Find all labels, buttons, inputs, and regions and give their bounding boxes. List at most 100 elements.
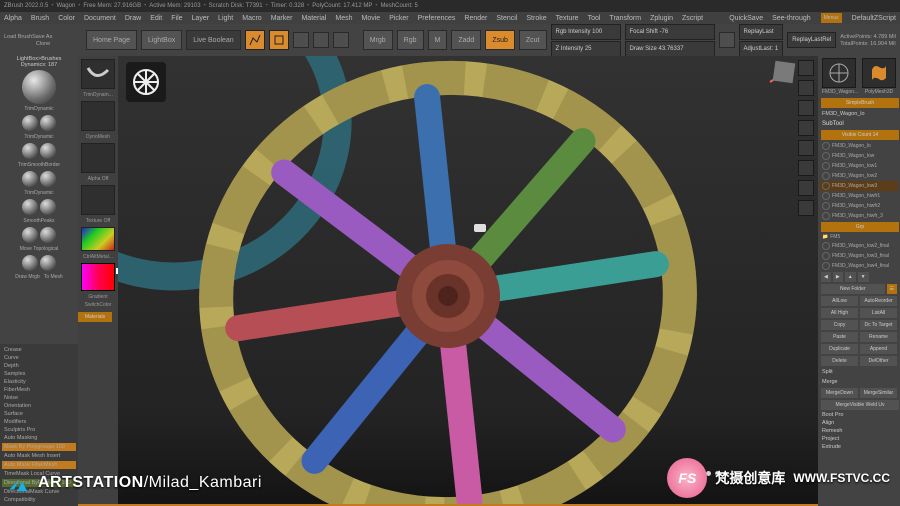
- menu-movie[interactable]: Movie: [362, 15, 381, 22]
- brush3-icon[interactable]: [22, 143, 38, 159]
- draw-mode-icon[interactable]: [269, 30, 289, 50]
- loadbrush[interactable]: Load Brush: [4, 34, 32, 40]
- dynamics-slider[interactable]: Dynamics: 187: [0, 62, 78, 68]
- floor-icon[interactable]: [798, 120, 814, 136]
- prop-elasticity[interactable]: Elasticity: [2, 378, 76, 386]
- subtool-row[interactable]: FM3D_Wagon_low1: [820, 161, 898, 171]
- viewport[interactable]: AA: [118, 56, 818, 506]
- brush11-icon[interactable]: [22, 255, 38, 271]
- menu-material[interactable]: Material: [301, 15, 326, 22]
- grp-btn[interactable]: Grp: [821, 222, 899, 232]
- subtool-btn[interactable]: Dc To Target: [860, 320, 897, 330]
- eye-icon[interactable]: [822, 212, 830, 220]
- subtool-row[interactable]: FM3D_Wagon_low3: [820, 181, 898, 191]
- prop-samples[interactable]: Samples: [2, 370, 76, 378]
- subtool-row[interactable]: FM3D_Wagon_low: [820, 151, 898, 161]
- eye-icon[interactable]: [822, 142, 830, 150]
- brush8-icon[interactable]: [40, 199, 56, 215]
- subtool-btn[interactable]: Rename: [860, 332, 897, 342]
- see-through[interactable]: See-through: [772, 15, 811, 22]
- brush4-icon[interactable]: [40, 143, 56, 159]
- menu-color[interactable]: Color: [58, 15, 75, 22]
- subtool-btn[interactable]: AutoReorder: [860, 296, 897, 306]
- extrude[interactable]: Extrude: [820, 443, 898, 451]
- menu-texture[interactable]: Texture: [556, 15, 579, 22]
- subtool-row[interactable]: FM3D_Wagon_lo: [820, 141, 898, 151]
- mask-polygroups[interactable]: Mask By Polygroups 100: [2, 443, 76, 451]
- simplebrush[interactable]: SimpleBrush: [821, 98, 899, 108]
- xyz-icon[interactable]: [798, 160, 814, 176]
- brush10-icon[interactable]: [40, 227, 56, 243]
- subtool-btn[interactable]: Duplicate: [821, 344, 858, 354]
- menu-file[interactable]: File: [171, 15, 182, 22]
- subtool-btn[interactable]: Append: [860, 344, 897, 354]
- mergevisible[interactable]: MergeVisible Weld Uv: [821, 400, 899, 410]
- subtool-btn[interactable]: AllLow: [821, 296, 858, 306]
- menu-stencil[interactable]: Stencil: [496, 15, 517, 22]
- eye-icon[interactable]: [822, 242, 830, 250]
- z-intensity[interactable]: Z Intensity 25: [551, 41, 621, 57]
- prop-noise[interactable]: Noise: [2, 394, 76, 402]
- materials-button[interactable]: Materials: [78, 312, 112, 322]
- brush-main-icon[interactable]: [22, 70, 56, 104]
- eye-icon[interactable]: [822, 262, 830, 270]
- zadd[interactable]: Zadd: [451, 30, 481, 50]
- menu-macro[interactable]: Macro: [242, 15, 261, 22]
- scroll-icon[interactable]: [798, 180, 814, 196]
- edit-mode-icon[interactable]: [245, 30, 265, 50]
- mergesimilar[interactable]: MergeSimilar: [860, 388, 897, 398]
- prop-sculptrispro[interactable]: Sculptris Pro: [2, 426, 76, 434]
- subtool-btn[interactable]: Delete: [821, 356, 858, 366]
- brush9-icon[interactable]: [22, 227, 38, 243]
- eye-icon[interactable]: [822, 202, 830, 210]
- texture-thumb[interactable]: [81, 185, 115, 215]
- folder-row[interactable]: 📁FM5: [820, 233, 898, 241]
- menu-draw[interactable]: Draw: [125, 15, 141, 22]
- menu-layer[interactable]: Layer: [192, 15, 210, 22]
- subtool-btn[interactable]: Paste: [821, 332, 858, 342]
- brush12-icon[interactable]: [40, 255, 56, 271]
- lightbox-button[interactable]: LightBox: [141, 30, 182, 50]
- subtool-btn[interactable]: DelOther: [860, 356, 897, 366]
- replaylastrel[interactable]: ReplayLastRel: [787, 32, 836, 48]
- mrgb[interactable]: Mrgb: [363, 30, 393, 50]
- rotate-icon[interactable]: [333, 32, 349, 48]
- alpha-thumb[interactable]: [81, 143, 115, 173]
- bpf-icon[interactable]: [798, 60, 814, 76]
- subtool-row[interactable]: FM3D_Wagon_low4_final: [820, 261, 898, 271]
- prop-surface[interactable]: Surface: [2, 410, 76, 418]
- default-zscript[interactable]: DefaultZScript: [852, 15, 896, 22]
- arrow-left-icon[interactable]: ◀: [821, 272, 831, 282]
- arrow-right-icon[interactable]: ▶: [833, 272, 843, 282]
- prop-compat[interactable]: Compatibility: [2, 496, 76, 504]
- dynamesh-thumb[interactable]: [81, 101, 115, 131]
- eye-icon[interactable]: [822, 192, 830, 200]
- menus-toggle[interactable]: Menus: [821, 13, 842, 23]
- subtool-row[interactable]: FM3D_Wagon_hiwfr1: [820, 191, 898, 201]
- subtool-row[interactable]: FM3D_Wagon_hiwfr2: [820, 201, 898, 211]
- prop-automask[interactable]: Auto Masking: [2, 434, 76, 442]
- menu-render[interactable]: Render: [464, 15, 487, 22]
- move-icon[interactable]: [293, 32, 309, 48]
- menu-zscript[interactable]: Zscript: [682, 15, 703, 22]
- home-button[interactable]: Home Page: [86, 30, 137, 50]
- saveas[interactable]: Save As: [32, 34, 52, 40]
- automask-meshinsert[interactable]: Auto Mask Mesh Insert: [2, 452, 76, 460]
- merge-section[interactable]: Merge: [820, 377, 898, 387]
- scale-icon[interactable]: [313, 32, 329, 48]
- arrow-up-icon[interactable]: ▲: [845, 272, 856, 282]
- local-icon[interactable]: [798, 140, 814, 156]
- prop-orientation[interactable]: Orientation: [2, 402, 76, 410]
- replaylast[interactable]: ReplayLast: [739, 24, 784, 40]
- eye-icon[interactable]: [822, 182, 830, 190]
- subtool-btn[interactable]: All High: [821, 308, 858, 318]
- subtool-btn[interactable]: Copy: [821, 320, 858, 330]
- folder-opt-icon[interactable]: ☰: [887, 284, 897, 294]
- subtool-row[interactable]: FM3D_Wagon_low3_final: [820, 251, 898, 261]
- menu-edit[interactable]: Edit: [150, 15, 162, 22]
- switchcolor[interactable]: SwitchColor: [78, 302, 118, 308]
- mergedown[interactable]: MergeDown: [821, 388, 858, 398]
- focal-shift[interactable]: Focal Shift -76: [625, 24, 715, 40]
- brush2-icon[interactable]: [40, 115, 56, 131]
- zcut[interactable]: Zcut: [519, 30, 547, 50]
